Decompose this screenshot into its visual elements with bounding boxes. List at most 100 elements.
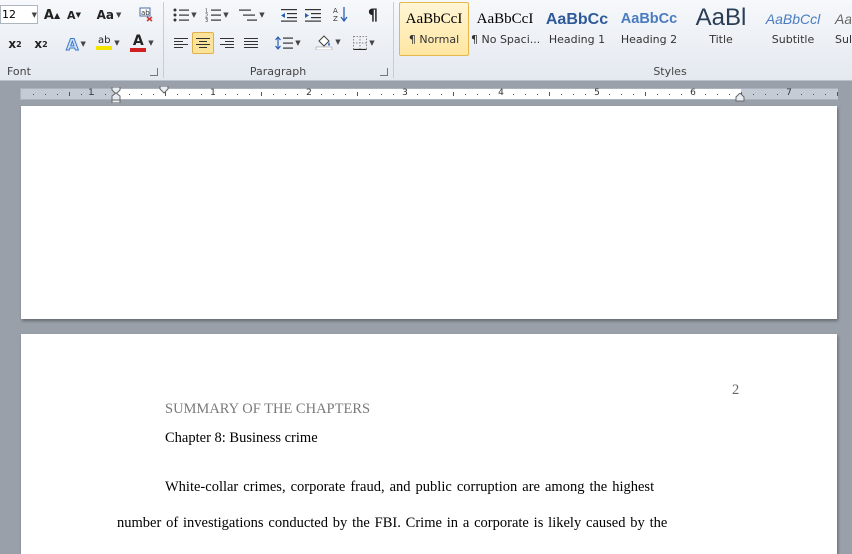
borders-button[interactable]: ▼ [348, 33, 380, 53]
style-name: ¶ No Spaci... [471, 33, 539, 46]
clear-formatting-button[interactable]: ab [136, 4, 156, 24]
subscript-mark: 2 [16, 39, 22, 49]
style-normal[interactable]: AaBbCcI ¶ Normal [399, 2, 469, 56]
right-indent-marker[interactable] [735, 93, 745, 102]
style-title[interactable]: AaBl Title [686, 2, 756, 56]
show-formatting-marks-button[interactable]: ¶ [362, 4, 384, 24]
decrease-indent-button[interactable] [278, 5, 300, 25]
highlight-button[interactable]: ab ▼ [92, 33, 124, 53]
style-subtle-emphasis[interactable]: Aa Sub [830, 2, 852, 56]
justify-button[interactable] [240, 33, 262, 53]
horizontal-ruler[interactable]: 1 1 2 3 4 5 6 7 [0, 86, 852, 103]
styles-group: AaBbCcI ¶ Normal AaBbCcI ¶ No Spaci... A… [394, 0, 852, 80]
justify-icon [244, 37, 258, 49]
style-name: ¶ Normal [408, 33, 460, 46]
ruler-tick [633, 93, 634, 95]
grow-font-label: A [43, 7, 54, 23]
style-heading-2[interactable]: AaBbCc Heading 2 [614, 2, 684, 56]
numbering-button[interactable]: 1 2 3 ▼ [202, 5, 232, 25]
ruler-tick [681, 93, 682, 95]
page-1[interactable] [21, 106, 837, 319]
ruler-tick [609, 93, 610, 95]
chevron-down-icon: ▼ [114, 39, 120, 47]
superscript-button[interactable]: x2 [30, 34, 52, 54]
paragraph-line-1: White-collar crimes, corporate fraud, an… [165, 479, 655, 495]
ruler-tick [285, 93, 286, 95]
ruler-tick [345, 93, 346, 95]
ruler-tick [129, 93, 130, 95]
ruler-tick [441, 93, 442, 95]
shading-button[interactable]: ▼ [312, 32, 344, 52]
svg-text:Z: Z [333, 15, 338, 22]
clear-formatting-icon: ab [139, 7, 153, 22]
chevron-down-icon: ▼ [191, 11, 197, 19]
ruler-tick [189, 93, 190, 95]
ruler-tick [753, 93, 754, 95]
ruler-number: 4 [498, 88, 504, 98]
ruler-tick [69, 92, 70, 96]
style-sample: AaBl [695, 5, 747, 31]
align-center-button[interactable] [192, 32, 214, 54]
style-heading-1[interactable]: AaBbCc Heading 1 [542, 2, 612, 56]
bullets-button[interactable]: ▼ [170, 5, 200, 25]
numbering-icon: 123 [205, 9, 222, 22]
superscript-label: x [34, 37, 43, 51]
shading-bucket-icon [316, 35, 333, 50]
increase-indent-button[interactable] [302, 5, 324, 25]
chevron-down-icon: ▼ [31, 10, 37, 19]
subscript-button[interactable]: x2 [4, 34, 26, 54]
paragraph-dialog-launcher[interactable] [380, 68, 388, 76]
styles-group-label: Styles [653, 65, 687, 78]
shrink-font-button[interactable]: A ▼ [64, 5, 84, 25]
ruler-tick [177, 93, 178, 95]
ruler-tick [225, 93, 226, 95]
ruler-tick [525, 93, 526, 95]
align-center-icon [196, 37, 210, 49]
chevron-down-icon: ▼ [369, 39, 375, 47]
page-2[interactable]: 2 SUMMARY OF THE CHAPTERS Chapter 8: Bus… [21, 334, 837, 554]
first-line-indent-marker[interactable] [159, 86, 169, 94]
style-no-spacing[interactable]: AaBbCcI ¶ No Spaci... [470, 2, 540, 56]
highlight-swatch [96, 46, 113, 50]
superscript-mark: 2 [42, 39, 48, 49]
line-spacing-button[interactable]: ▼ [272, 33, 304, 53]
font-color-swatch [130, 47, 147, 52]
ruler-tick [393, 93, 394, 95]
font-size-box[interactable]: 12 ▼ [0, 5, 38, 24]
align-left-button[interactable] [170, 33, 192, 53]
style-subtitle[interactable]: AaBbCcl Subtitle [758, 2, 828, 56]
section-heading: SUMMARY OF THE CHAPTERS [165, 401, 371, 417]
ruler-number: 2 [306, 88, 312, 98]
ruler-tick [93, 93, 94, 95]
chevron-down-icon: ▼ [80, 40, 86, 48]
style-sample: AaBbCc [545, 11, 609, 28]
font-dialog-launcher[interactable] [150, 68, 158, 76]
chevron-down-icon: ▼ [295, 39, 301, 47]
change-case-label: Aa [96, 8, 114, 22]
ruler-tick [369, 93, 370, 95]
ruler-tick [237, 93, 238, 95]
svg-text:A: A [333, 7, 338, 15]
style-sample: AaBbCcl [765, 11, 821, 27]
ruler-tick [261, 92, 262, 96]
grow-font-button[interactable]: A ▲ [42, 5, 62, 25]
ruler-tick [669, 93, 670, 95]
ruler-tick [357, 92, 358, 96]
text-effects-button[interactable]: A ▼ [62, 34, 90, 54]
chevron-down-icon: ▼ [223, 11, 229, 19]
ruler-tick [537, 93, 538, 95]
svg-text:ab: ab [141, 9, 150, 17]
align-left-icon [174, 37, 188, 49]
style-sample: AaBbCc [620, 11, 678, 27]
ruler-tick [33, 93, 34, 95]
font-color-button[interactable]: A ▼ [126, 33, 158, 53]
decrease-indent-icon [281, 9, 297, 22]
multilevel-list-button[interactable]: ▼ [236, 5, 268, 25]
hanging-indent-marker[interactable] [111, 87, 121, 103]
ruler-tick [549, 92, 550, 96]
ruler-tick [57, 93, 58, 95]
change-case-button[interactable]: Aa ▼ [94, 5, 124, 25]
sort-button[interactable]: AZ [330, 4, 352, 24]
chevron-down-icon: ▼ [148, 39, 154, 47]
align-right-button[interactable] [216, 33, 238, 53]
